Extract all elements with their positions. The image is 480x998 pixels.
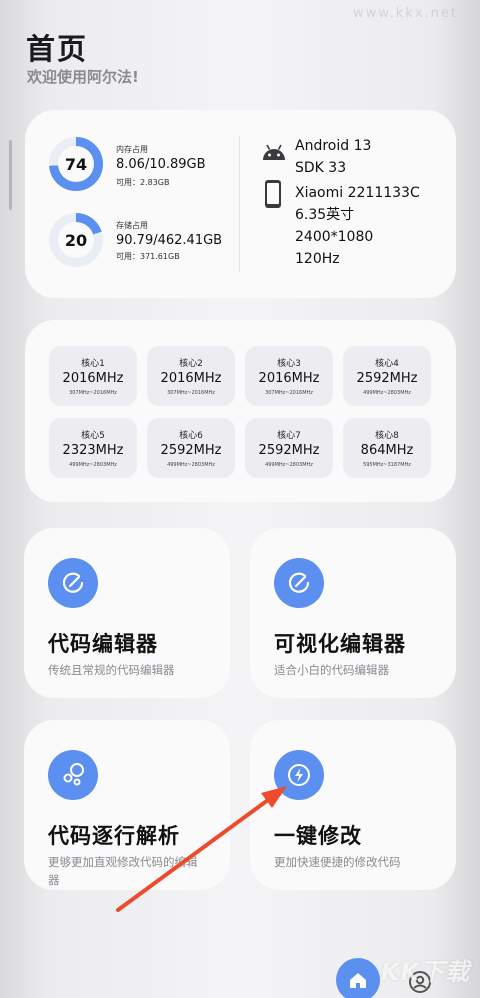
core-tile: 核心8 864MHz 595MHz~3187MHz (343, 418, 431, 478)
feature-title: 代码逐行解析 (48, 824, 180, 848)
home-page: www.kkx.net 首页 欢迎使用阿尔法! 74 内存占用 8.06/10.… (0, 0, 480, 998)
visual-editor-card[interactable]: 可视化编辑器 适合小白的代码编辑器 (250, 528, 456, 698)
core-tile: 核心3 2016MHz 307MHz~2016MHz (245, 346, 333, 406)
android-icon (263, 144, 285, 160)
phone-refresh-rate: 120Hz (295, 251, 340, 267)
system-info-card: 74 内存占用 8.06/10.89GB 可用：2.83GB 20 存储占用 9… (25, 110, 456, 298)
storage-ring: 20 (49, 213, 103, 267)
core-name: 核心4 (375, 359, 399, 369)
core-name: 核心2 (179, 359, 203, 369)
memory-ring: 74 (49, 137, 103, 191)
core-freq: 864MHz (360, 443, 414, 458)
core-freq: 2323MHz (62, 443, 124, 458)
phone-info: Xiaomi 2211133C 6.35英寸 2400*1080 120Hz (295, 182, 420, 270)
watermark-top: www.kkx.net (352, 6, 458, 21)
feature-title: 代码编辑器 (48, 632, 158, 656)
feature-title: 可视化编辑器 (274, 632, 406, 656)
lightning-icon (274, 750, 324, 800)
core-range: 499MHz~2803MHz (265, 462, 313, 468)
core-freq: 2592MHz (258, 443, 320, 458)
scroll-indicator (9, 140, 12, 210)
storage-value: 90.79/462.41GB (116, 233, 223, 248)
smartphone-icon (265, 180, 281, 208)
memory-percent: 74 (58, 146, 94, 182)
core-name: 核心8 (375, 431, 399, 441)
core-tile: 核心5 2323MHz 499MHz~2803MHz (49, 418, 137, 478)
core-range: 595MHz~3187MHz (363, 462, 411, 468)
phone-screen-size: 6.35英寸 (295, 207, 355, 223)
phone-model: Xiaomi 2211133C (295, 185, 420, 201)
core-freq: 2016MHz (160, 371, 222, 386)
core-range: 307MHz~2016MHz (167, 390, 215, 396)
divider (239, 136, 240, 272)
cpu-cores-card: 核心1 2016MHz 307MHz~2016MHz 核心2 2016MHz 3… (25, 320, 456, 502)
edit-icon (48, 558, 98, 608)
one-click-modify-card[interactable]: 一键修改 更加快速便捷的修改代码 (250, 720, 456, 890)
feature-title: 一键修改 (274, 824, 362, 848)
line-parser-card[interactable]: 代码逐行解析 更够更加直观修改代码的编辑器 (24, 720, 230, 890)
core-range: 499MHz~2803MHz (363, 390, 411, 396)
memory-label: 内存占用 (116, 145, 148, 154)
core-tile: 核心1 2016MHz 307MHz~2016MHz (49, 346, 137, 406)
code-editor-card[interactable]: 代码编辑器 传统且常规的代码编辑器 (24, 528, 230, 698)
core-range: 499MHz~2803MHz (69, 462, 117, 468)
bubbles-icon (48, 750, 98, 800)
feature-desc: 更够更加直观修改代码的编辑器 (48, 855, 198, 887)
core-name: 核心3 (277, 359, 301, 369)
core-range: 307MHz~2016MHz (69, 390, 117, 396)
feature-desc: 适合小白的代码编辑器 (274, 663, 389, 677)
core-name: 核心1 (81, 359, 105, 369)
core-name: 核心6 (179, 431, 203, 441)
feature-desc: 传统且常规的代码编辑器 (48, 663, 175, 677)
feature-desc: 更加快速便捷的修改代码 (274, 855, 401, 869)
os-info: Android 13 SDK 33 (295, 135, 371, 179)
core-tile: 核心7 2592MHz 499MHz~2803MHz (245, 418, 333, 478)
os-sdk: SDK 33 (295, 160, 347, 176)
core-tile: 核心2 2016MHz 307MHz~2016MHz (147, 346, 235, 406)
storage-label: 存储占用 (116, 221, 148, 230)
home-icon[interactable] (336, 958, 380, 998)
core-freq: 2016MHz (258, 371, 320, 386)
core-freq: 2592MHz (160, 443, 222, 458)
memory-value: 8.06/10.89GB (116, 157, 206, 172)
storage-percent: 20 (58, 222, 94, 258)
core-range: 307MHz~2016MHz (265, 390, 313, 396)
core-name: 核心5 (81, 431, 105, 441)
page-subtitle: 欢迎使用阿尔法! (27, 68, 139, 86)
memory-available: 可用：2.83GB (116, 178, 170, 187)
storage-available: 可用：371.61GB (116, 252, 180, 261)
core-freq: 2016MHz (62, 371, 124, 386)
edit-icon (274, 558, 324, 608)
os-version: Android 13 (295, 138, 372, 154)
watermark-bottom: KK下载 (380, 958, 470, 986)
core-tile: 核心6 2592MHz 499MHz~2803MHz (147, 418, 235, 478)
core-range: 499MHz~2803MHz (167, 462, 215, 468)
phone-resolution: 2400*1080 (295, 229, 374, 245)
core-freq: 2592MHz (356, 371, 418, 386)
core-tile: 核心4 2592MHz 499MHz~2803MHz (343, 346, 431, 406)
page-title: 首页 (26, 32, 89, 66)
core-name: 核心7 (277, 431, 301, 441)
